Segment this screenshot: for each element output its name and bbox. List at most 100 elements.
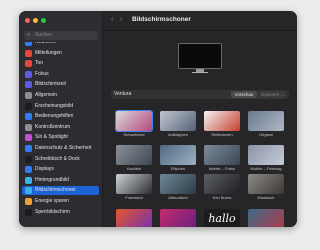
screensaver-label: Ken Burns xyxy=(212,195,232,200)
page-title: Bildschirmschoner xyxy=(132,16,191,23)
search-placeholder: Suchen xyxy=(35,32,52,38)
sidebar-item-icon xyxy=(25,145,32,152)
traffic-lights xyxy=(25,18,46,23)
preview-button[interactable]: Vorschau xyxy=(231,91,257,98)
screensaver-name-row: Ventura Vorschau Optionen ... xyxy=(111,90,289,99)
screensaver-label: Aufklappen xyxy=(167,132,188,137)
sidebar-item[interactable]: Displays xyxy=(22,165,99,174)
screensaver-label: Kacheln xyxy=(126,166,142,171)
screensaver-thumbnail[interactable] xyxy=(204,145,240,165)
screensaver-thumbnail[interactable] xyxy=(160,111,196,131)
sidebar-item[interactable]: Netzwerk xyxy=(22,42,99,47)
screensaver-label: Reflexionen xyxy=(211,132,233,137)
screensaver-label: Klassisch xyxy=(257,195,275,200)
close-icon[interactable] xyxy=(25,18,30,23)
sidebar-item-icon xyxy=(25,134,32,142)
sidebar-item-label: Displays xyxy=(35,166,54,173)
sidebar-item-label: Netzwerk xyxy=(35,42,56,45)
title-bar: ‹ › Bildschirmschoner xyxy=(103,11,297,31)
sidebar-item-icon xyxy=(25,81,32,89)
screensaver-thumbnail[interactable] xyxy=(116,111,152,131)
search-field[interactable]: ⌕ Suchen xyxy=(24,31,98,40)
screensaver-label: Fotowand xyxy=(125,195,143,200)
sidebar-item[interactable]: Kontrollzentrum xyxy=(22,123,99,132)
sidebar-item[interactable]: Energie sparen xyxy=(22,197,99,206)
sidebar-list: Netzwerk Mitteilungen Ton Fokus Bildschirmze… xyxy=(19,42,102,227)
screensaver-label: Mobile – Fotos xyxy=(208,166,236,171)
sidebar-item[interactable]: Hintergrundbild xyxy=(22,176,99,185)
sidebar-item-label: Allgemein xyxy=(35,92,57,98)
screensaver-label: Mobile – Feiertag xyxy=(250,166,282,171)
screensaver-label: Origami xyxy=(258,132,273,137)
sidebar-item-icon xyxy=(25,123,32,131)
screensaver-label: Schwebend xyxy=(123,132,145,137)
sidebar-item[interactable]: Bedienungshilfen xyxy=(22,112,99,121)
sidebar-item[interactable]: Siri & Spotlight xyxy=(22,133,99,142)
minimize-icon[interactable] xyxy=(33,18,38,23)
sidebar-item-label: Fokus xyxy=(35,70,49,77)
screensaver-thumbnail[interactable] xyxy=(248,145,284,165)
forward-chevron-icon[interactable]: › xyxy=(120,16,122,24)
sidebar-item[interactable]: Bildschirmzeit xyxy=(22,80,99,89)
sidebar-item[interactable]: Sperrbildschirm xyxy=(22,208,99,217)
screensaver-thumbnail[interactable] xyxy=(204,174,240,194)
sidebar: ⌕ Suchen Netzwerk Mitteilungen Ton Fokus Bil… xyxy=(19,11,103,227)
sidebar-item-label: Sperrbildschirm xyxy=(35,208,70,215)
screensaver-thumbnail[interactable] xyxy=(160,174,196,194)
hello-wordmark: hallo xyxy=(208,212,236,225)
sidebar-item-icon xyxy=(25,166,32,174)
screensaver-thumbnail[interactable]: hallo xyxy=(204,209,240,227)
screensaver-name: Ventura xyxy=(114,91,132,97)
options-button[interactable]: Optionen ... xyxy=(259,91,286,98)
search-icon: ⌕ xyxy=(27,32,31,38)
screensaver-label: Flächen xyxy=(170,166,186,171)
sidebar-item-icon xyxy=(25,70,32,78)
sidebar-item[interactable]: Erscheinungsbild xyxy=(22,102,99,111)
monitor-icon xyxy=(178,43,222,69)
sidebar-item-label: Erscheinungsbild xyxy=(35,102,74,109)
sidebar-item-icon xyxy=(25,176,32,184)
screensaver-thumbnail[interactable] xyxy=(160,145,196,165)
sidebar-item-label: Ton xyxy=(35,60,44,67)
sidebar-item-label: Schreibtisch & Dock xyxy=(35,155,80,162)
sidebar-item-icon xyxy=(25,187,32,195)
sidebar-item-icon xyxy=(25,102,32,110)
screensaver-label: Altmodisch xyxy=(168,195,188,200)
sidebar-item-icon xyxy=(25,92,32,99)
sidebar-item-label: Bildschirmschoner xyxy=(35,187,76,194)
screensaver-thumbnail[interactable] xyxy=(116,174,152,194)
sidebar-item-icon xyxy=(25,60,32,68)
sidebar-item-icon xyxy=(25,113,32,121)
sidebar-item-icon xyxy=(25,49,32,57)
back-chevron-icon[interactable]: ‹ xyxy=(111,16,113,24)
sidebar-item[interactable]: Mitteilungen xyxy=(22,49,99,58)
screensaver-thumbnail[interactable] xyxy=(116,145,152,165)
sidebar-item[interactable]: Datenschutz & Sicherheit xyxy=(22,144,99,153)
sidebar-item-label: Energie sparen xyxy=(35,198,69,204)
sidebar-item-icon xyxy=(25,198,32,205)
screensaver-thumbnail[interactable] xyxy=(248,174,284,194)
sidebar-item[interactable]: Bildschirmschoner xyxy=(22,186,99,196)
sidebar-item-label: Datenschutz & Sicherheit xyxy=(35,145,92,151)
sidebar-item-label: Kontrollzentrum xyxy=(35,123,71,130)
screensaver-thumbnail[interactable] xyxy=(160,209,196,227)
sidebar-item[interactable]: Schreibtisch & Dock xyxy=(22,155,99,164)
sidebar-item-icon xyxy=(25,155,32,163)
sidebar-item[interactable]: Ton xyxy=(22,59,99,68)
screensaver-thumbnail[interactable] xyxy=(248,209,284,227)
sidebar-item[interactable]: Allgemein xyxy=(22,91,99,100)
screensaver-preview xyxy=(178,43,222,73)
screensaver-thumbnail[interactable] xyxy=(248,111,284,131)
sidebar-item-label: Bildschirmzeit xyxy=(35,81,66,88)
sidebar-item-label: Siri & Spotlight xyxy=(35,134,68,141)
screensaver-thumbnail[interactable] xyxy=(204,111,240,131)
sidebar-item-icon xyxy=(25,42,32,46)
monitor-foot xyxy=(192,72,208,73)
sidebar-item-label: Hintergrundbild xyxy=(35,176,69,183)
sidebar-item-icon xyxy=(25,208,32,216)
system-settings-window: ⌕ Suchen Netzwerk Mitteilungen Ton Fokus Bil… xyxy=(19,11,297,227)
sidebar-item[interactable]: Fokus xyxy=(22,70,99,79)
zoom-icon[interactable] xyxy=(41,18,46,23)
sidebar-item-label: Mitteilungen xyxy=(35,49,62,56)
screensaver-thumbnail[interactable] xyxy=(116,209,152,227)
